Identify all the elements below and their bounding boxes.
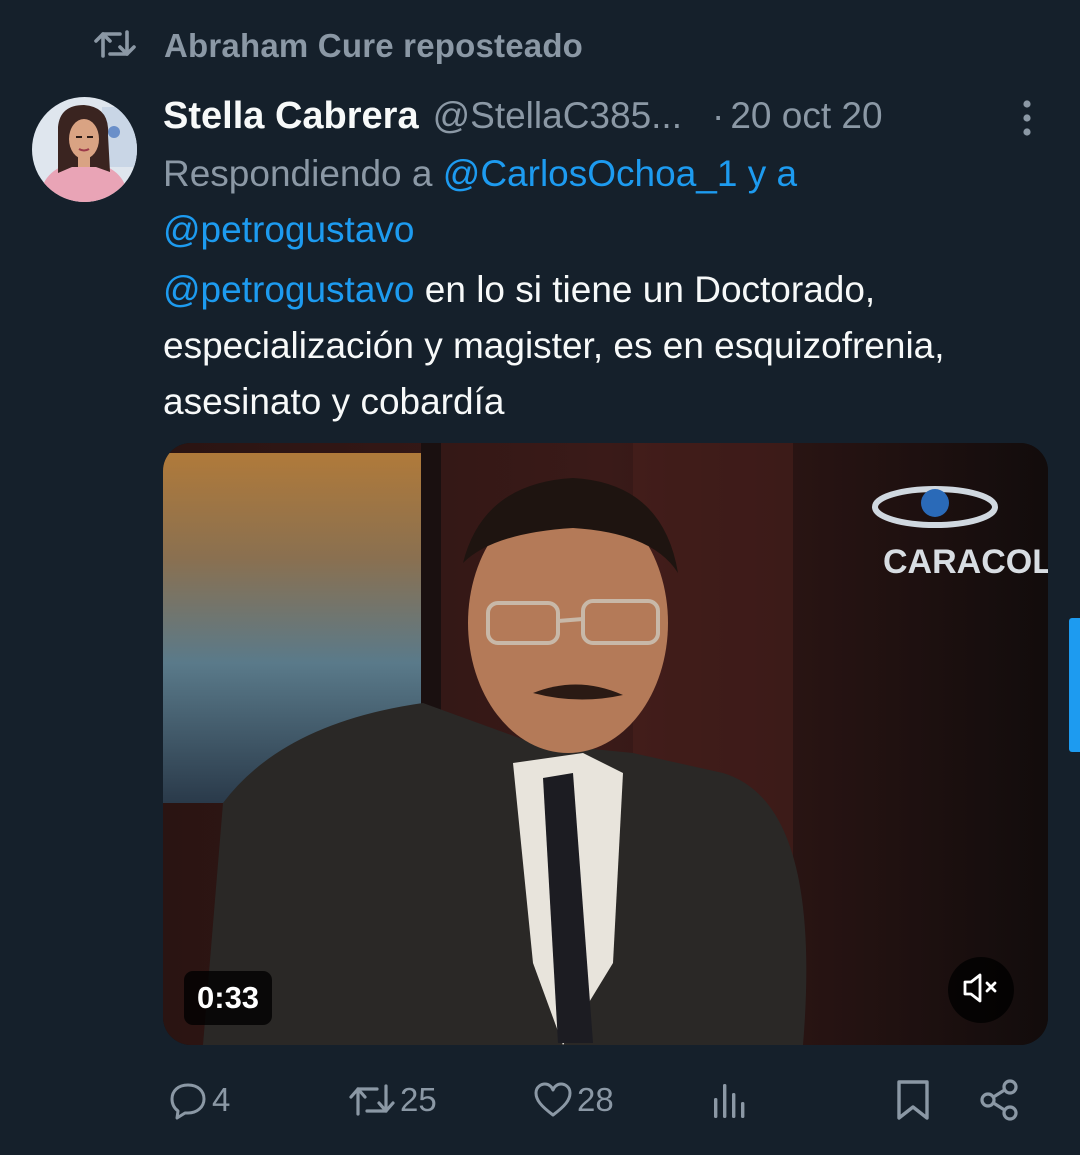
- bookmark-icon: [895, 1078, 931, 1122]
- like-button[interactable]: 28: [533, 1072, 614, 1128]
- tweet-text: @petrogustavo en lo si tiene un Doctorad…: [163, 262, 1043, 430]
- video-duration: 0:33: [184, 971, 273, 1025]
- retweet-icon: [94, 26, 136, 67]
- repost-label: Abraham Cure reposteado: [164, 27, 584, 64]
- bookmark-button[interactable]: [895, 1072, 931, 1128]
- video-player[interactable]: CARACOL 0:33: [163, 443, 1048, 1045]
- reply-mention-1[interactable]: @CarlosOchoa_1: [443, 153, 738, 194]
- text-mention[interactable]: @petrogustavo: [163, 269, 414, 310]
- action-bar: 4 25 28: [163, 1072, 1043, 1128]
- reply-count: 4: [212, 1081, 231, 1118]
- avatar[interactable]: [32, 97, 137, 202]
- share-icon: [978, 1078, 1022, 1122]
- date-separator: ·: [712, 95, 725, 136]
- analytics-icon: [711, 1080, 747, 1120]
- retweet-icon: [348, 1080, 396, 1120]
- reply-button[interactable]: 4: [168, 1072, 230, 1128]
- share-button[interactable]: [978, 1072, 1022, 1128]
- author-name[interactable]: Stella Cabrera: [163, 95, 419, 138]
- reply-icon: [168, 1080, 208, 1120]
- more-options-icon[interactable]: [1010, 96, 1044, 140]
- like-count: 28: [577, 1081, 614, 1118]
- replying-to: Respondiendo a @CarlosOchoa_1 y a @petro…: [163, 146, 1043, 258]
- reply-prefix: Respondiendo a: [163, 153, 433, 194]
- mute-button[interactable]: [948, 957, 1014, 1023]
- scroll-indicator[interactable]: [1069, 618, 1080, 752]
- author-handle[interactable]: @StellaC385...: [433, 95, 682, 137]
- video-frame: CARACOL: [163, 443, 1048, 1045]
- repost-button[interactable]: 25: [348, 1072, 437, 1128]
- reply-mention-2[interactable]: @petrogustavo: [163, 209, 414, 250]
- repost-count: 25: [400, 1081, 437, 1118]
- heart-icon: [533, 1080, 573, 1120]
- volume-muted-icon: [961, 970, 1001, 1011]
- tweet-header: Stella Cabrera @StellaC385... · 20 oct 2…: [163, 88, 1043, 144]
- tweet-date[interactable]: 20 oct 20: [730, 95, 882, 137]
- repost-banner[interactable]: Abraham Cure reposteado: [94, 24, 583, 68]
- views-button[interactable]: [711, 1072, 747, 1128]
- video-watermark: CARACOL: [883, 543, 1048, 581]
- reply-joiner: y a: [747, 153, 798, 194]
